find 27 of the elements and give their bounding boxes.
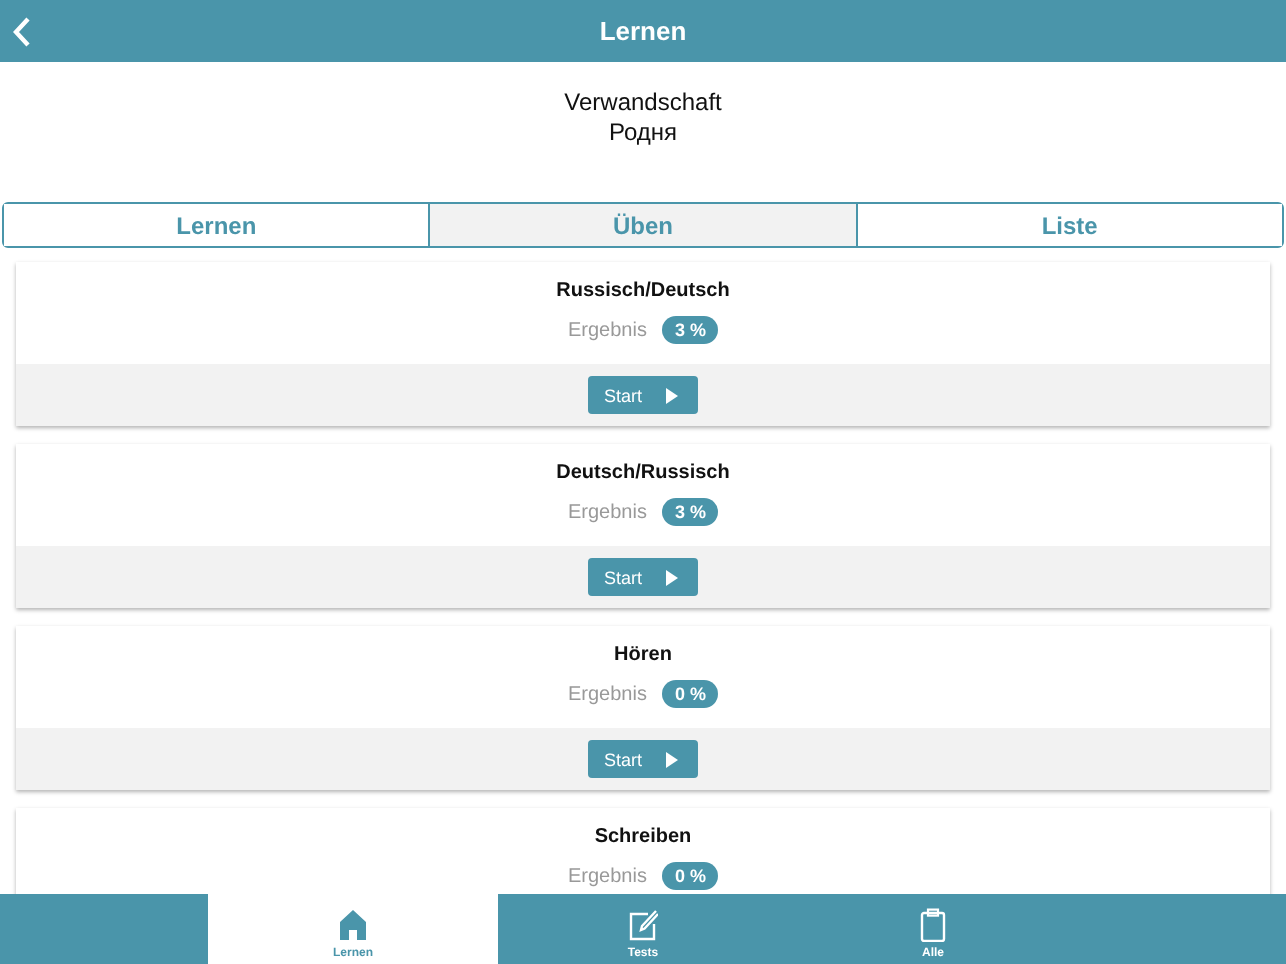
header-title: Lernen bbox=[599, 16, 687, 46]
exercise-title: Schreiben bbox=[594, 826, 692, 848]
result-badge: 0 % bbox=[662, 862, 718, 890]
result-label: Ergebnis bbox=[568, 501, 647, 523]
result-badge: 3 % bbox=[662, 316, 718, 344]
play-icon bbox=[666, 569, 678, 585]
segment-tab[interactable]: Liste bbox=[855, 204, 1282, 246]
exercise-title: Deutsch/Russisch bbox=[556, 462, 730, 484]
result-badge: 0 % bbox=[662, 680, 718, 708]
home-icon bbox=[338, 908, 368, 942]
play-icon bbox=[666, 387, 678, 403]
result-badge: 3 % bbox=[662, 498, 718, 526]
result-label: Ergebnis bbox=[568, 319, 647, 341]
start-button[interactable]: Start bbox=[587, 376, 698, 414]
exercise-title: Hören bbox=[614, 644, 672, 666]
start-button[interactable]: Start bbox=[587, 740, 698, 778]
segment-tab[interactable]: Üben bbox=[428, 204, 856, 246]
clipboard-icon bbox=[918, 908, 948, 942]
result-label: Ergebnis bbox=[568, 683, 647, 705]
exercise-title: Russisch/Deutsch bbox=[556, 280, 730, 302]
edit-icon bbox=[628, 908, 658, 942]
back-icon[interactable] bbox=[12, 16, 32, 48]
start-button[interactable]: Start bbox=[587, 558, 698, 596]
result-label: Ergebnis bbox=[568, 865, 647, 887]
play-icon bbox=[666, 751, 678, 767]
topic-subtitle: Родня bbox=[608, 118, 677, 148]
topic-title: Verwandschaft bbox=[564, 88, 722, 118]
